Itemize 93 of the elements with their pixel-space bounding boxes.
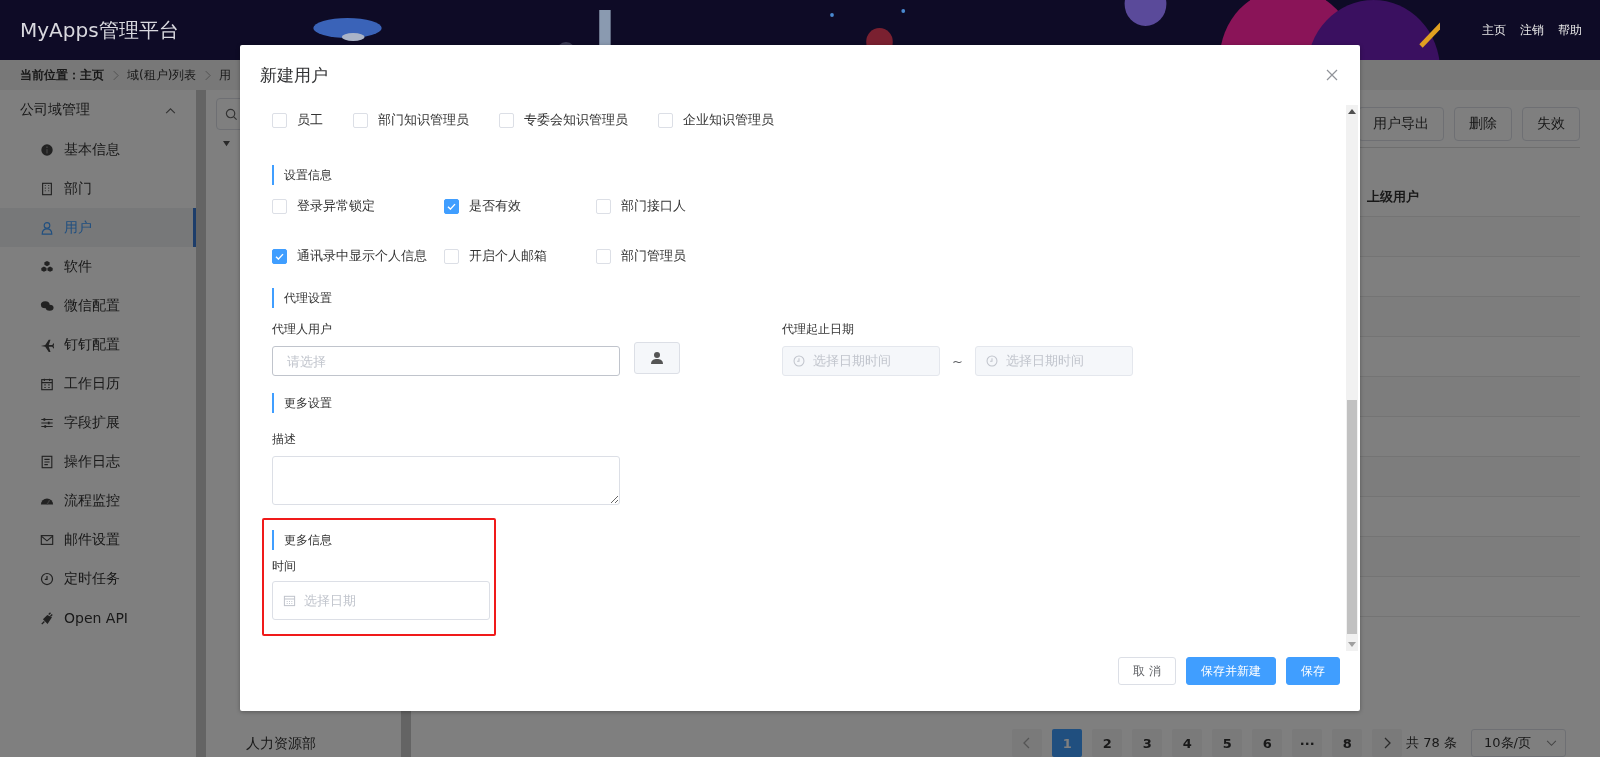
field-label: 描述	[272, 431, 297, 448]
sidebar-item[interactable]: 流程监控	[0, 481, 196, 520]
range-separator: ~	[952, 353, 963, 369]
chevron-right-icon	[112, 69, 119, 81]
checkbox[interactable]: 通讯录中显示个人信息	[272, 247, 444, 265]
checkbox[interactable]: 部门管理员	[596, 247, 1346, 265]
clock-icon	[985, 355, 998, 367]
check-icon	[275, 252, 284, 260]
page-size-select[interactable]: 10条/页	[1471, 729, 1566, 757]
plug-icon	[40, 610, 54, 625]
total-count: 共 78 条	[1406, 734, 1457, 752]
caret-icon	[1546, 739, 1557, 747]
primary-button[interactable]: 保存并新建	[1186, 657, 1276, 685]
field-label: 代理人用户	[272, 321, 333, 338]
plane-icon	[40, 337, 54, 352]
section-title: 更多信息	[272, 530, 332, 550]
user-icon	[650, 351, 664, 365]
sidebar-item[interactable]: 基本信息	[0, 130, 196, 169]
nav-link[interactable]: 注销	[1520, 21, 1544, 39]
calendar-icon	[283, 594, 296, 607]
close-icon[interactable]	[1326, 69, 1338, 81]
primary-button[interactable]: 保存	[1286, 657, 1340, 685]
checkbox[interactable]: 开启个人邮箱	[444, 247, 596, 265]
page-button[interactable]: 5	[1212, 729, 1243, 757]
info-icon	[40, 142, 54, 157]
sidebar-item[interactable]: 部门	[0, 169, 196, 208]
page-button[interactable]: 3	[1132, 729, 1163, 757]
scrollbar[interactable]	[1346, 105, 1358, 651]
page-button[interactable]: ···	[1292, 729, 1323, 757]
chevron-right-icon	[204, 69, 212, 81]
column-header: 上级用户	[1367, 188, 1420, 207]
checkbox[interactable]: 登录异常锁定	[272, 197, 444, 215]
dialog-title: 新建用户	[260, 63, 328, 87]
user-icon	[40, 220, 54, 235]
next-page-button[interactable]	[1372, 729, 1403, 757]
scroll-up-icon[interactable]	[1348, 109, 1356, 114]
checkbox[interactable]: 部门知识管理员	[353, 111, 469, 129]
chevron-right-icon	[1383, 737, 1392, 749]
page-button[interactable]: 4	[1172, 729, 1203, 757]
scrollbar[interactable]	[196, 90, 206, 757]
sidebar-item[interactable]: 微信配置	[0, 286, 196, 325]
sidebar-item[interactable]: 操作日志	[0, 442, 196, 481]
page-button[interactable]: 2	[1092, 729, 1123, 757]
scroll-down-icon[interactable]	[1348, 642, 1356, 647]
cancel-button[interactable]: 取 消	[1118, 657, 1176, 685]
nav-link[interactable]: 帮助	[1558, 21, 1582, 39]
expand-caret-icon	[222, 140, 231, 147]
app-title: MyApps管理平台	[19, 16, 180, 44]
building-icon	[40, 181, 54, 196]
document-icon	[40, 454, 54, 469]
section-title: 设置信息	[272, 165, 332, 185]
chat-icon	[40, 298, 54, 313]
tree-node[interactable]: 人力资源部	[216, 729, 391, 757]
proxy-user-field[interactable]: 请选择	[272, 346, 620, 376]
checkbox[interactable]: 专委会知识管理员	[499, 111, 628, 129]
checkbox[interactable]: 是否有效	[444, 197, 596, 215]
section-title: 更多设置	[272, 393, 332, 413]
checkbox[interactable]: 员工	[272, 111, 323, 129]
breadcrumb-link[interactable]: 域(租户)列表	[127, 66, 197, 84]
cubes-icon	[40, 259, 54, 274]
check-icon	[447, 202, 456, 210]
sidebar-item[interactable]: 钉钉配置	[0, 325, 196, 364]
breadcrumb-label: 当前位置：	[20, 66, 80, 84]
section-title: 代理设置	[272, 288, 332, 308]
field-label: 时间	[272, 558, 297, 575]
sidebar-item[interactable]: 字段扩展	[0, 403, 196, 442]
sidebar-item[interactable]: 定时任务	[0, 559, 196, 598]
checkbox[interactable]: 企业知识管理员	[658, 111, 774, 129]
toolbar-button[interactable]: 用户导出	[1358, 107, 1444, 141]
checkbox[interactable]: 部门接口人	[596, 197, 1346, 215]
sidebar-item[interactable]: 工作日历	[0, 364, 196, 403]
search-icon	[225, 107, 238, 121]
breadcrumb-link[interactable]: 用	[219, 66, 232, 84]
previous-page-button[interactable]	[1012, 729, 1043, 757]
calendar-icon	[40, 376, 54, 391]
sidebar-item[interactable]: Open API	[0, 598, 196, 637]
description-field[interactable]	[272, 456, 620, 505]
nav-link[interactable]: 主页	[1482, 21, 1506, 39]
sidebar-item[interactable]: 软件	[0, 247, 196, 286]
page-button[interactable]: 8	[1332, 729, 1363, 757]
toolbar-button[interactable]: 删除	[1454, 107, 1512, 141]
page-button[interactable]: 6	[1252, 729, 1283, 757]
clock-icon	[793, 355, 805, 367]
toolbar-button[interactable]: 失效	[1522, 107, 1580, 141]
sidebar-item[interactable]: 邮件设置	[0, 520, 196, 559]
field-label: 代理起止日期	[782, 321, 855, 338]
clock-icon	[40, 571, 54, 586]
sidebar-group-header[interactable]: 公司域管理	[0, 90, 196, 130]
breadcrumb-link[interactable]: 主页	[80, 66, 104, 84]
chevron-left-icon	[1023, 737, 1032, 749]
sliders-icon	[40, 415, 54, 430]
select-user-button[interactable]	[634, 342, 680, 374]
mail-icon	[40, 532, 54, 547]
